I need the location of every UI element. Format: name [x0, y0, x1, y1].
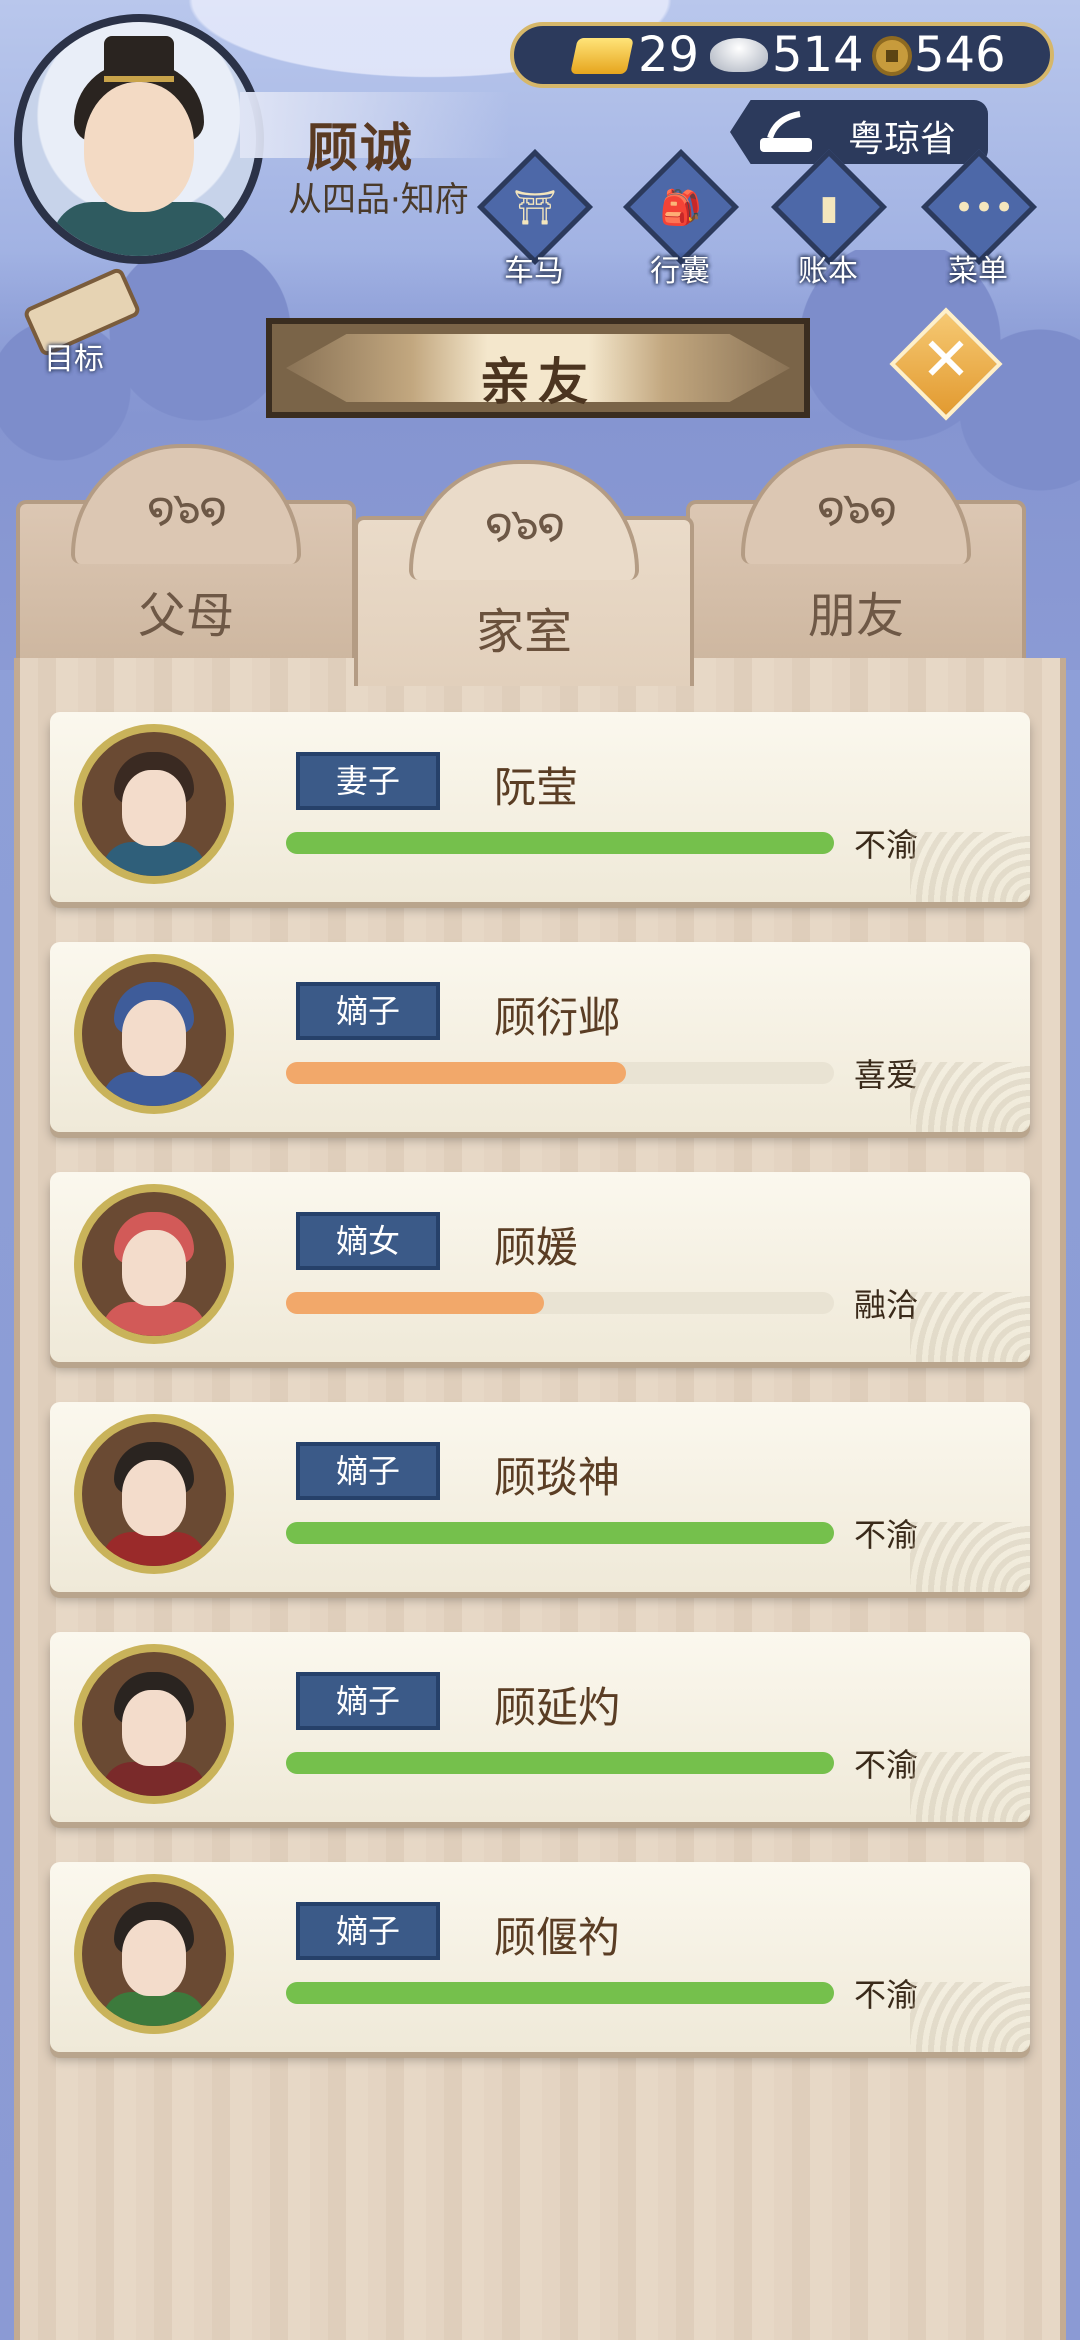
role-badge: 嫡子	[296, 1442, 440, 1500]
role-badge: 妻子	[296, 752, 440, 810]
mood-label: 不渝	[854, 1516, 919, 1554]
role-badge: 嫡子	[296, 1902, 440, 1960]
family-member-card[interactable]: 嫡子 顾衍邺 喜爱	[50, 942, 1030, 1132]
member-name: 顾偃礿	[494, 1913, 621, 1962]
carriage-icon: ⛩	[513, 188, 557, 228]
tab-friends[interactable]: ໑๖໑ 朋友	[686, 444, 1026, 670]
cloud-swirl-icon: ໑๖໑	[816, 483, 897, 534]
nav-ledger-label: 账本	[798, 254, 858, 289]
family-member-card[interactable]: 嫡子 顾琰神 不渝	[50, 1402, 1030, 1592]
close-icon[interactable]: ✕	[906, 320, 986, 400]
tab-parents[interactable]: ໑๖໑ 父母	[16, 444, 356, 670]
tab-family-label: 家室	[475, 604, 572, 660]
member-name: 顾媛	[494, 1223, 579, 1272]
avatar-body	[102, 1302, 206, 1336]
mood-label: 喜爱	[854, 1056, 919, 1094]
tab-parents-label: 父母	[137, 588, 234, 644]
avatar-body	[102, 1762, 206, 1796]
role-badge: 嫡子	[296, 982, 440, 1040]
avatar-face	[122, 770, 186, 846]
silver-amount: 514	[772, 27, 864, 83]
avatar-body	[102, 1072, 206, 1106]
page-title: 亲友	[480, 353, 596, 411]
cloud-swirl-icon: ໑๖໑	[146, 483, 227, 534]
member-avatar	[74, 954, 234, 1114]
avatar-body	[102, 1532, 206, 1566]
bag-icon: 🎒	[659, 188, 703, 228]
nav-menu-label: 菜单	[948, 254, 1008, 289]
avatar-body	[102, 842, 206, 876]
affection-fill	[286, 1982, 834, 2004]
affection-fill	[286, 1752, 834, 1774]
official-seal-icon	[760, 111, 812, 152]
gold-ingot-icon	[570, 38, 634, 74]
affection-fill	[286, 1062, 626, 1084]
member-avatar	[74, 1644, 234, 1804]
silver-ingot-icon	[710, 38, 768, 72]
avatar-face	[122, 1690, 186, 1766]
member-avatar	[74, 1874, 234, 2034]
province-name: 粤琼省	[848, 119, 957, 160]
goal-label: 目标	[44, 342, 104, 377]
family-member-card[interactable]: 嫡女 顾媛 融洽	[50, 1172, 1030, 1362]
goal-button[interactable]: 目标	[14, 266, 142, 378]
family-member-card[interactable]: 嫡子 顾延灼 不渝	[50, 1632, 1030, 1822]
gold-amount: 29	[638, 27, 700, 83]
role-badge: 嫡女	[296, 1212, 440, 1270]
nav-bag-button[interactable]: 🎒 行囊	[622, 149, 739, 289]
affection-bar	[286, 1062, 834, 1084]
affection-bar	[286, 1982, 834, 2004]
player-name: 顾诚	[306, 119, 415, 179]
affection-bar	[286, 1292, 834, 1314]
member-name: 顾琰神	[494, 1453, 621, 1502]
mood-label: 不渝	[854, 826, 919, 864]
member-name: 阮莹	[494, 763, 579, 812]
avatar-body	[102, 1992, 206, 2026]
nav-menu-button[interactable]: ••• 菜单	[920, 149, 1037, 289]
tab-friends-label: 朋友	[807, 588, 904, 644]
nav-carriage-button[interactable]: ⛩ 车马	[476, 149, 593, 289]
mood-label: 不渝	[854, 1976, 919, 2014]
member-name: 顾衍邺	[494, 993, 621, 1042]
affection-bar	[286, 1752, 834, 1774]
avatar-face	[84, 82, 194, 212]
province-button[interactable]: 粤琼省	[730, 100, 988, 164]
nav-ledger-button[interactable]: ▮ 账本	[770, 149, 887, 289]
affection-bar	[286, 1522, 834, 1544]
copper-amount: 546	[914, 27, 1006, 83]
mood-label: 融洽	[854, 1286, 919, 1324]
avatar-face	[122, 1460, 186, 1536]
copper-coin-icon	[872, 36, 912, 76]
nav-bag-label: 行囊	[650, 254, 710, 289]
player-rank: 从四品·知府	[288, 180, 469, 220]
affection-fill	[286, 832, 834, 854]
affection-fill	[286, 1292, 544, 1314]
avatar-hat	[104, 36, 174, 82]
affection-bar	[286, 832, 834, 854]
affection-fill	[286, 1522, 834, 1544]
player-avatar[interactable]	[14, 14, 264, 264]
avatar-face	[122, 1000, 186, 1076]
member-name: 顾延灼	[494, 1683, 621, 1732]
ledger-icon: ▮	[819, 188, 839, 228]
cloud-swirl-icon: ໑๖໑	[484, 499, 565, 550]
family-member-card[interactable]: 妻子 阮莹 不渝	[50, 712, 1030, 902]
member-avatar	[74, 1414, 234, 1574]
nav-carriage-label: 车马	[504, 254, 564, 289]
tab-family[interactable]: ໑๖໑ 家室	[354, 460, 694, 686]
member-avatar	[74, 1184, 234, 1344]
title-banner: 亲友	[266, 318, 810, 418]
currency-bar: 29 514 546	[510, 22, 1054, 88]
family-member-card[interactable]: 嫡子 顾偃礿 不渝	[50, 1862, 1030, 2052]
avatar-face	[122, 1920, 186, 1996]
role-badge: 嫡子	[296, 1672, 440, 1730]
mood-label: 不渝	[854, 1746, 919, 1784]
member-avatar	[74, 724, 234, 884]
avatar-face	[122, 1230, 186, 1306]
menu-dots-icon: •••	[954, 188, 1015, 228]
